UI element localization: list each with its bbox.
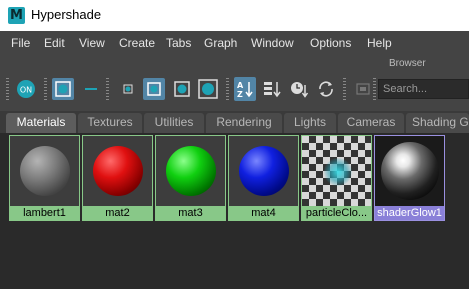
material-preview — [229, 136, 298, 206]
toolbar-grip[interactable] — [226, 78, 229, 100]
checker-cloud-preview — [302, 136, 371, 206]
menu-file[interactable]: File — [11, 36, 30, 50]
material-swatch-lambert1[interactable]: lambert1 — [9, 135, 80, 221]
swatch-large-icon — [55, 81, 71, 97]
toolbar-grip[interactable] — [44, 78, 47, 100]
on-toggle-label: ON — [20, 86, 32, 95]
material-label: mat2 — [83, 206, 152, 220]
browser-section-label: Browser — [389, 58, 426, 69]
material-label: mat4 — [229, 206, 298, 220]
clock-sort-icon — [291, 82, 309, 98]
frame-icon — [356, 83, 370, 95]
material-preview — [83, 136, 152, 206]
xlarge-swatch-button[interactable] — [197, 78, 219, 100]
material-swatch-particlecloud[interactable]: particleClo... — [301, 135, 372, 221]
maya-app-icon: M — [8, 7, 25, 24]
swatch-small-icon — [123, 84, 133, 94]
on-toggle-button[interactable]: ON — [15, 78, 37, 100]
reverse-order-button[interactable] — [315, 78, 337, 100]
tab-materials[interactable]: Materials — [6, 113, 76, 133]
toolbar-grip[interactable] — [343, 78, 346, 100]
toolbar-grip[interactable] — [6, 78, 9, 100]
svg-text:Z: Z — [237, 90, 243, 99]
browser-tabs: Materials Textures Utilities Rendering L… — [0, 111, 469, 133]
large-swatch-button[interactable] — [171, 78, 193, 100]
search-input[interactable]: Search... — [378, 79, 469, 99]
toolbar-grip[interactable] — [373, 78, 376, 100]
material-swatch-mat2[interactable]: mat2 — [82, 135, 153, 221]
material-label: lambert1 — [10, 206, 79, 220]
material-label: particleClo... — [302, 206, 371, 220]
material-label: mat3 — [156, 206, 225, 220]
material-preview — [10, 136, 79, 206]
green-sphere-preview — [165, 146, 216, 196]
svg-text:A: A — [237, 81, 244, 90]
tab-rendering[interactable]: Rendering — [206, 113, 282, 133]
menu-tabs[interactable]: Tabs — [166, 36, 191, 50]
sort-by-time-button[interactable] — [288, 78, 310, 100]
sort-by-type-button[interactable] — [261, 78, 283, 100]
menu-help[interactable]: Help — [367, 36, 392, 50]
menu-edit[interactable]: Edit — [44, 36, 65, 50]
window-title: Hypershade — [31, 7, 102, 22]
material-swatch-mat3[interactable]: mat3 — [155, 135, 226, 221]
cloud-glow — [324, 158, 352, 186]
material-swatch-shaderglow1[interactable]: shaderGlow1 — [374, 135, 445, 221]
title-bar: M Hypershade — [0, 0, 469, 31]
sort-alphabetical-button[interactable]: AZ — [234, 77, 256, 101]
menu-create[interactable]: Create — [119, 36, 155, 50]
menu-options[interactable]: Options — [310, 36, 351, 50]
list-view-icon — [85, 88, 97, 90]
swatch-medium-icon — [147, 82, 161, 96]
material-preview — [375, 136, 444, 206]
large-swatch-view-button[interactable] — [52, 78, 74, 100]
menu-view[interactable]: View — [79, 36, 105, 50]
materials-panel: lambert1 mat2 mat3 mat4 particleClo... s… — [0, 133, 469, 289]
tab-lights[interactable]: Lights — [284, 113, 336, 133]
sort-type-icon — [264, 82, 281, 98]
material-preview — [302, 136, 371, 206]
material-label: shaderGlow1 — [375, 206, 444, 220]
swatch-large-icon — [174, 81, 190, 97]
small-swatch-button[interactable] — [117, 78, 139, 100]
medium-swatch-button[interactable] — [143, 78, 165, 100]
tab-cameras[interactable]: Cameras — [338, 113, 404, 133]
refresh-icon — [319, 81, 333, 97]
swatch-xlarge-icon — [198, 79, 218, 99]
tab-textures[interactable]: Textures — [78, 113, 142, 133]
frame-selection-button[interactable] — [352, 78, 374, 100]
menu-bar: File Edit View Create Tabs Graph Window … — [0, 31, 469, 55]
tab-utilities[interactable]: Utilities — [144, 113, 204, 133]
material-swatch-mat4[interactable]: mat4 — [228, 135, 299, 221]
menu-graph[interactable]: Graph — [204, 36, 237, 50]
list-view-button[interactable] — [80, 78, 102, 100]
tab-shading-groups[interactable]: Shading G — [406, 113, 469, 133]
gray-sphere-preview — [19, 146, 70, 196]
material-preview — [156, 136, 225, 206]
menu-window[interactable]: Window — [251, 36, 294, 50]
blue-sphere-preview — [238, 146, 289, 196]
sort-az-icon: AZ — [237, 81, 253, 99]
toolbar-grip[interactable] — [106, 78, 109, 100]
glow-sphere-preview — [380, 142, 439, 200]
red-sphere-preview — [92, 146, 143, 196]
toolbar: Browser ON AZ Search... — [0, 55, 469, 111]
